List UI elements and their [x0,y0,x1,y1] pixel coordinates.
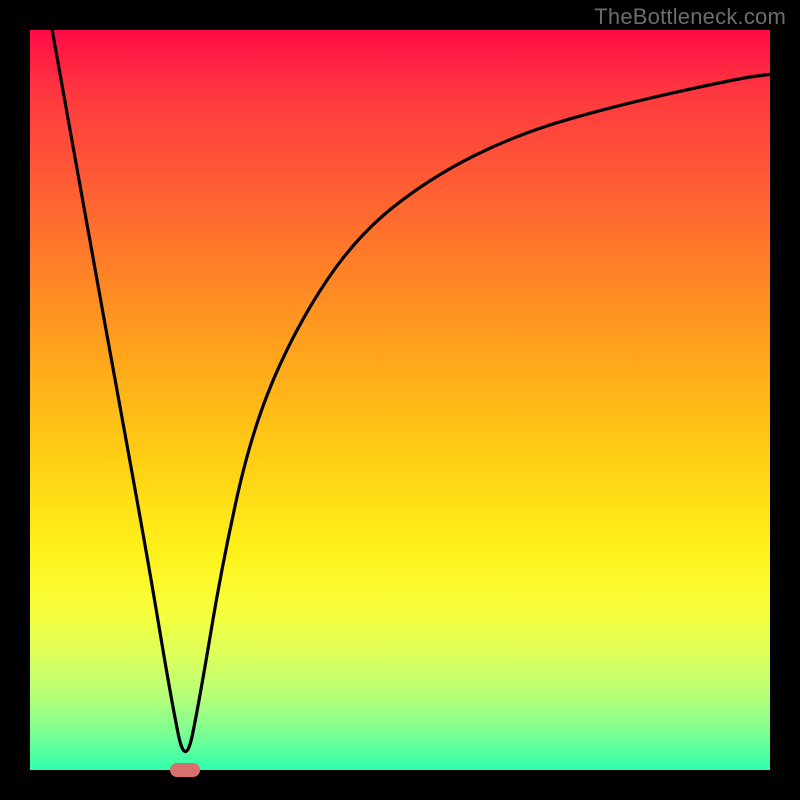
minimum-marker [170,763,200,777]
chart-frame: TheBottleneck.com [0,0,800,800]
bottleneck-curve [30,30,770,770]
watermark-text: TheBottleneck.com [594,4,786,30]
plot-area [30,30,770,770]
